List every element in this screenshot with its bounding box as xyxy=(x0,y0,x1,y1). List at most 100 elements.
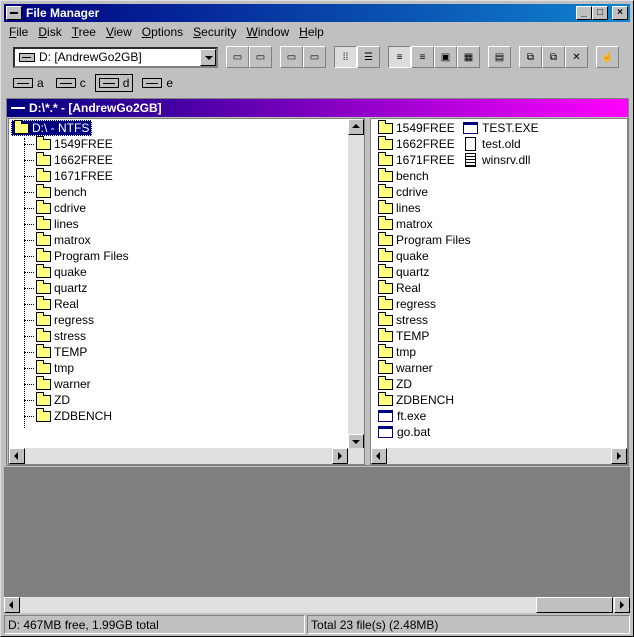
tree-item[interactable]: TEMP xyxy=(24,343,87,360)
large-icons-view-button[interactable]: ⁞⁞ xyxy=(334,46,357,68)
menu-options[interactable]: Options xyxy=(137,25,188,39)
file-list-item[interactable]: test.old xyxy=(463,136,521,152)
drive-select[interactable]: D: [AndrewGo2GB] xyxy=(13,46,218,68)
file-list-item[interactable]: matrox xyxy=(378,215,433,232)
tree-item[interactable]: 1662FREE xyxy=(24,151,113,168)
file-list-item[interactable]: go.bat xyxy=(378,424,430,440)
tree-item[interactable]: Program Files xyxy=(24,247,129,264)
new-window-button[interactable]: ▤ xyxy=(488,46,511,68)
tree-horizontal-scrollbar[interactable] xyxy=(9,448,364,464)
directory-tree-pane[interactable]: D:\ - NTFS 1549FREE 1662FREE 1671FREE bench… xyxy=(8,118,365,465)
files-horizontal-scrollbar[interactable] xyxy=(371,448,627,464)
tree-item[interactable]: tmp xyxy=(24,359,74,376)
file-list-item[interactable]: 1549FREE xyxy=(378,119,455,136)
file-list-item[interactable]: bench xyxy=(378,167,429,184)
system-menu-icon[interactable] xyxy=(6,6,22,20)
drive-d-button[interactable]: d xyxy=(94,74,134,92)
menu-tree[interactable]: Tree xyxy=(67,25,101,39)
folder-icon xyxy=(378,295,393,310)
file-list-item[interactable]: TEMP xyxy=(378,327,429,344)
file-list-item[interactable]: 1662FREE xyxy=(378,135,455,152)
scroll-up-button[interactable] xyxy=(348,119,364,135)
menu-view[interactable]: View xyxy=(101,25,137,39)
file-list-pane[interactable]: 1549FREE 1662FREE 1671FREE bench cdrive lines… xyxy=(370,118,628,465)
stop-sharing-button[interactable]: ▭ xyxy=(303,46,326,68)
move-button[interactable]: ⧉ xyxy=(542,46,565,68)
tree-item[interactable]: lines xyxy=(24,215,79,232)
window-title: File Manager xyxy=(26,6,100,20)
child-system-menu-icon[interactable] xyxy=(11,103,25,113)
sort-by-date-button[interactable]: ▦ xyxy=(457,46,480,68)
tree-item[interactable]: cdrive xyxy=(24,199,86,216)
files-scroll-left-button[interactable] xyxy=(371,448,387,464)
tree-item[interactable]: matrox xyxy=(24,231,91,248)
title-bar[interactable]: File Manager _ □ × xyxy=(4,4,630,22)
main-scroll-left-button[interactable] xyxy=(4,597,20,613)
share-as-button[interactable]: ▭ xyxy=(280,46,303,68)
file-list-item[interactable]: regress xyxy=(378,295,436,312)
copy-button[interactable]: ⧉ xyxy=(519,46,542,68)
tree-root-item[interactable]: D:\ - NTFS xyxy=(11,119,93,136)
tree-item[interactable]: bench xyxy=(24,183,87,200)
file-list-item[interactable]: ft.exe xyxy=(378,408,426,424)
disconnect-drive-button[interactable]: ▭ xyxy=(249,46,272,68)
drive-icon xyxy=(98,78,119,88)
minimize-button[interactable]: _ xyxy=(576,6,592,20)
properties-button[interactable]: ☝ xyxy=(596,46,619,68)
file-list-item[interactable]: quartz xyxy=(378,263,429,280)
main-horizontal-scrollbar[interactable] xyxy=(4,597,630,613)
tree-item-label: quartz xyxy=(54,281,88,295)
directory-window-title-bar[interactable]: D:\*.* - [AndrewGo2GB] xyxy=(7,99,628,117)
tree-item[interactable]: regress xyxy=(24,311,94,328)
scroll-left-button[interactable] xyxy=(9,448,25,464)
menu-help[interactable]: Help xyxy=(294,25,329,39)
drive-c-button[interactable]: c xyxy=(53,74,89,92)
tree-item[interactable]: warner xyxy=(24,375,91,392)
drive-e-button[interactable]: e xyxy=(139,74,176,92)
program-file-icon xyxy=(378,426,393,438)
main-scroll-thumb[interactable] xyxy=(536,597,613,613)
scroll-right-button[interactable] xyxy=(332,448,348,464)
list-view-button[interactable]: ☰ xyxy=(357,46,380,68)
file-list-item[interactable]: ZD xyxy=(378,375,412,392)
file-list-item[interactable]: ZDBENCH xyxy=(378,391,454,408)
sort-by-size-button[interactable]: ▣ xyxy=(434,46,457,68)
tree-item[interactable]: ZD xyxy=(24,391,70,408)
tree-item[interactable]: quartz xyxy=(24,279,88,296)
tree-item[interactable]: quake xyxy=(24,263,87,280)
sort-by-name-button[interactable]: ≡ xyxy=(388,46,411,68)
chevron-down-icon[interactable] xyxy=(200,48,216,66)
file-list-item[interactable]: Program Files xyxy=(378,231,471,248)
file-name: ft.exe xyxy=(397,409,427,423)
menu-disk[interactable]: Disk xyxy=(33,25,66,39)
file-list-item[interactable]: cdrive xyxy=(378,183,428,200)
tree-item[interactable]: ZDBENCH xyxy=(24,407,112,424)
close-button[interactable]: × xyxy=(612,6,628,20)
maximize-button[interactable]: □ xyxy=(592,6,608,20)
file-list-item[interactable]: winsrv.dll xyxy=(463,152,530,168)
main-scroll-right-button[interactable] xyxy=(614,597,630,613)
sort-by-type-button[interactable]: ≡ xyxy=(411,46,434,68)
files-scroll-right-button[interactable] xyxy=(611,448,627,464)
drive-a-button[interactable]: a xyxy=(10,74,47,92)
file-name: 1662FREE xyxy=(396,137,455,151)
menu-window[interactable]: Window xyxy=(241,25,294,39)
tree-item[interactable]: 1671FREE xyxy=(24,167,113,184)
program-file-icon xyxy=(463,122,478,134)
file-list-item[interactable]: 1671FREE xyxy=(378,151,455,168)
file-list-item[interactable]: stress xyxy=(378,311,428,328)
tree-item[interactable]: Real xyxy=(24,295,79,312)
delete-button[interactable]: ✕ xyxy=(565,46,588,68)
file-list-item[interactable]: tmp xyxy=(378,343,416,360)
file-list-item[interactable]: quake xyxy=(378,247,429,264)
file-list-item[interactable]: lines xyxy=(378,199,421,216)
connect-drive-button[interactable]: ▭ xyxy=(226,46,249,68)
file-list-item[interactable]: TEST.EXE xyxy=(463,120,539,136)
tree-item[interactable]: stress xyxy=(24,327,86,344)
tree-vertical-scrollbar[interactable] xyxy=(348,119,364,450)
menu-security[interactable]: Security xyxy=(188,25,241,39)
tree-item[interactable]: 1549FREE xyxy=(24,135,113,152)
file-list-item[interactable]: Real xyxy=(378,279,421,296)
file-list-item[interactable]: warner xyxy=(378,359,433,376)
menu-file[interactable]: File xyxy=(4,25,33,39)
